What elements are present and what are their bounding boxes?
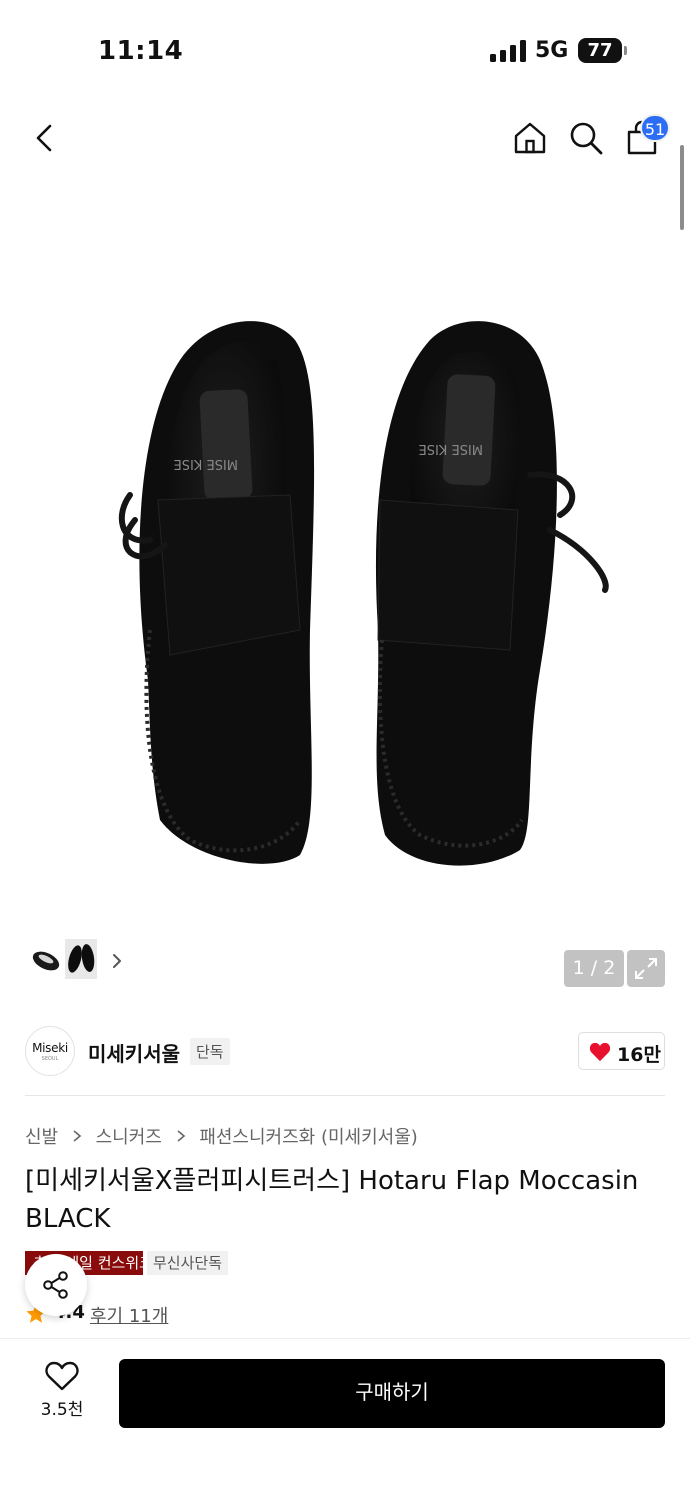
brand-logo-subtext: SEOUL [41, 1056, 59, 1062]
brand-exclusive-tag: 단독 [190, 1038, 230, 1065]
exclusive-tag: 무신사단독 [147, 1251, 229, 1275]
image-pager: 1 / 2 [564, 950, 624, 987]
signal-icon [490, 40, 526, 62]
home-icon[interactable] [510, 118, 550, 158]
network-label: 5G [535, 38, 569, 63]
bottom-action-bar: 3.5천 구매하기 [0, 1338, 690, 1500]
breadcrumb: 신발 스니커즈 패션스니커즈화 (미세키서울) [25, 1123, 418, 1149]
svg-text:MISE KISE: MISE KISE [174, 456, 238, 471]
buy-button[interactable]: 구매하기 [119, 1359, 665, 1428]
share-button[interactable] [25, 1254, 87, 1316]
brand-name[interactable]: 미세키서울 [88, 1038, 180, 1067]
share-icon [43, 1271, 68, 1299]
expand-icon[interactable] [627, 950, 665, 987]
top-navigation: 51 [0, 100, 690, 180]
heart-filled-icon [589, 1042, 611, 1062]
svg-text:MISE KISE: MISE KISE [419, 441, 483, 456]
thumbnail-2[interactable] [65, 939, 97, 979]
brand-row[interactable]: Miseki SEOUL 미세키서울 단독 16만 [0, 1008, 690, 1096]
brand-logo-text: Miseki [32, 1041, 68, 1055]
heart-outline-icon [45, 1361, 79, 1391]
chevron-right-icon [73, 1130, 82, 1142]
battery-icon: 77 [578, 38, 627, 63]
scrollbar[interactable] [680, 145, 684, 230]
search-icon[interactable] [566, 118, 606, 158]
back-arrow-icon[interactable] [30, 120, 62, 156]
thumbnail-1[interactable] [30, 939, 62, 979]
product-title: [미세키서울X플러피시트러스] Hotaru Flap Moccasin BLA… [25, 1166, 639, 1234]
breadcrumb-item[interactable]: 스니커즈 [96, 1127, 162, 1148]
product-image: MISE KISE MISE KISE [118, 321, 609, 866]
cart-count-badge: 51 [640, 114, 670, 142]
status-time: 11:14 [98, 36, 184, 66]
wishlist-count: 3.5천 [40, 1400, 84, 1420]
status-bar: 11:14 5G 77 [0, 0, 690, 100]
breadcrumb-item[interactable]: 신발 [25, 1127, 58, 1148]
brand-like-count: 16만 [617, 1044, 661, 1066]
brand-logo[interactable]: Miseki SEOUL [25, 1026, 75, 1076]
chevron-right-icon[interactable] [111, 952, 123, 970]
wishlist-button[interactable]: 3.5천 [30, 1361, 94, 1425]
breadcrumb-item[interactable]: 패션스니커즈화 (미세키서울) [199, 1127, 418, 1148]
review-link[interactable]: 후기 11개 [90, 1302, 168, 1328]
image-thumbnails[interactable] [25, 934, 129, 987]
divider [25, 1095, 665, 1096]
brand-like-button[interactable]: 16만 [578, 1032, 665, 1070]
chevron-right-icon [177, 1130, 185, 1142]
